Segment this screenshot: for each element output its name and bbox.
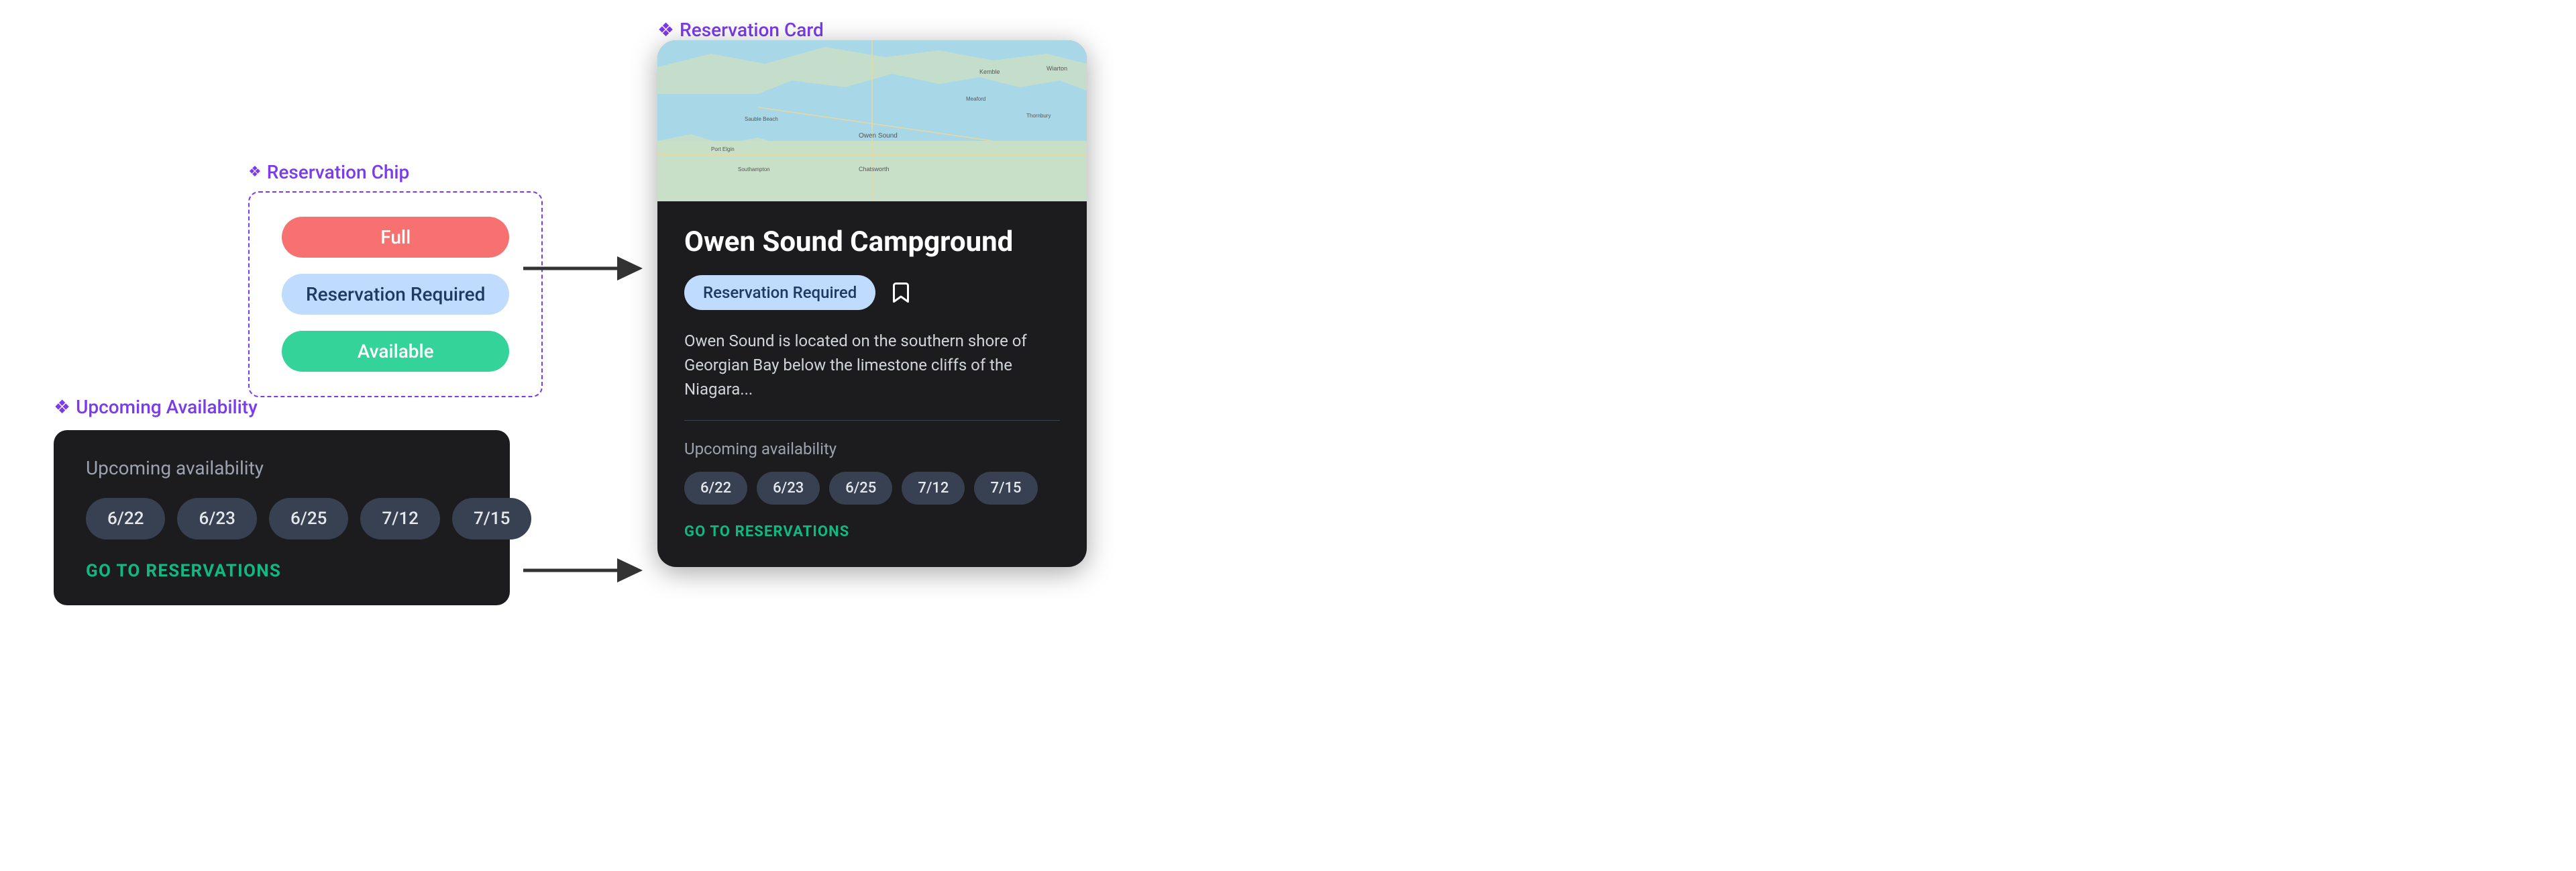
chip-full[interactable]: Full	[282, 217, 509, 258]
avail-date-chips: 6/22 6/23 6/25 7/12 7/15	[86, 498, 478, 540]
svg-text:Chatsworth: Chatsworth	[859, 166, 890, 172]
card-chips-row: Reservation Required	[684, 275, 1060, 310]
avail-section: ❖ Upcoming Availability Upcoming availab…	[54, 396, 510, 605]
card-go-reservations-button[interactable]: GO TO RESERVATIONS	[684, 523, 1060, 540]
card-reservation-chip[interactable]: Reservation Required	[684, 275, 875, 310]
chip-section-label: ❖ Reservation Chip	[248, 161, 543, 183]
card-date-chip-1[interactable]: 6/23	[757, 472, 820, 505]
card-title: Owen Sound Campground	[684, 225, 1060, 259]
avail-diamond-icon: ❖	[54, 396, 70, 418]
chip-section-text: Reservation Chip	[267, 161, 410, 183]
card-date-chip-4[interactable]: 7/15	[974, 472, 1037, 505]
date-chip-0[interactable]: 6/22	[86, 498, 165, 540]
date-chip-3[interactable]: 7/12	[360, 498, 439, 540]
svg-text:Owen Sound: Owen Sound	[859, 132, 898, 140]
card-section-text: Reservation Card	[680, 19, 824, 41]
svg-text:Southampton: Southampton	[738, 166, 770, 172]
svg-text:Port Elgin: Port Elgin	[711, 146, 735, 152]
card-section-diamond-icon: ❖	[657, 19, 674, 41]
arrow-avail-to-card	[523, 550, 644, 591]
chip-section-diamond-icon: ❖	[248, 164, 262, 181]
avail-box: Upcoming availability 6/22 6/23 6/25 7/1…	[54, 430, 510, 605]
card-date-chip-3[interactable]: 7/12	[902, 472, 965, 505]
chip-reservation[interactable]: Reservation Required	[282, 274, 509, 315]
card-description: Owen Sound is located on the southern sh…	[684, 329, 1060, 401]
svg-text:Meaford: Meaford	[966, 96, 985, 102]
svg-text:Sauble Beach: Sauble Beach	[745, 116, 778, 122]
avail-section-text: Upcoming Availability	[76, 396, 258, 418]
chip-box: Full Reservation Required Available	[248, 191, 543, 397]
card-date-chips: 6/22 6/23 6/25 7/12 7/15	[684, 472, 1060, 505]
card-section-label: ❖ Reservation Card	[657, 19, 824, 41]
map-area: Owen Sound Meaford Sauble Beach Thornbur…	[657, 40, 1087, 201]
card-date-chip-0[interactable]: 6/22	[684, 472, 747, 505]
chip-section: ❖ Reservation Chip Full Reservation Requ…	[248, 161, 543, 397]
avail-section-label: ❖ Upcoming Availability	[54, 396, 510, 418]
arrow-chip-to-card	[523, 248, 644, 289]
date-chip-2[interactable]: 6/25	[269, 498, 348, 540]
chip-available[interactable]: Available	[282, 331, 509, 372]
svg-text:Thornbury: Thornbury	[1026, 113, 1051, 119]
go-reservations-button[interactable]: GO TO RESERVATIONS	[86, 561, 478, 581]
date-chip-1[interactable]: 6/23	[177, 498, 256, 540]
svg-text:Kemble: Kemble	[979, 68, 1000, 75]
reservation-card: Owen Sound Meaford Sauble Beach Thornbur…	[657, 40, 1087, 567]
card-divider	[684, 420, 1060, 421]
svg-text:Wiarton: Wiarton	[1046, 65, 1067, 72]
card-date-chip-2[interactable]: 6/25	[829, 472, 892, 505]
bookmark-icon[interactable]	[889, 280, 913, 305]
card-avail-text: Upcoming availability	[684, 440, 1060, 458]
avail-upcoming-text: Upcoming availability	[86, 457, 478, 479]
date-chip-4[interactable]: 7/15	[452, 498, 531, 540]
card-body: Owen Sound Campground Reservation Requir…	[657, 201, 1087, 567]
